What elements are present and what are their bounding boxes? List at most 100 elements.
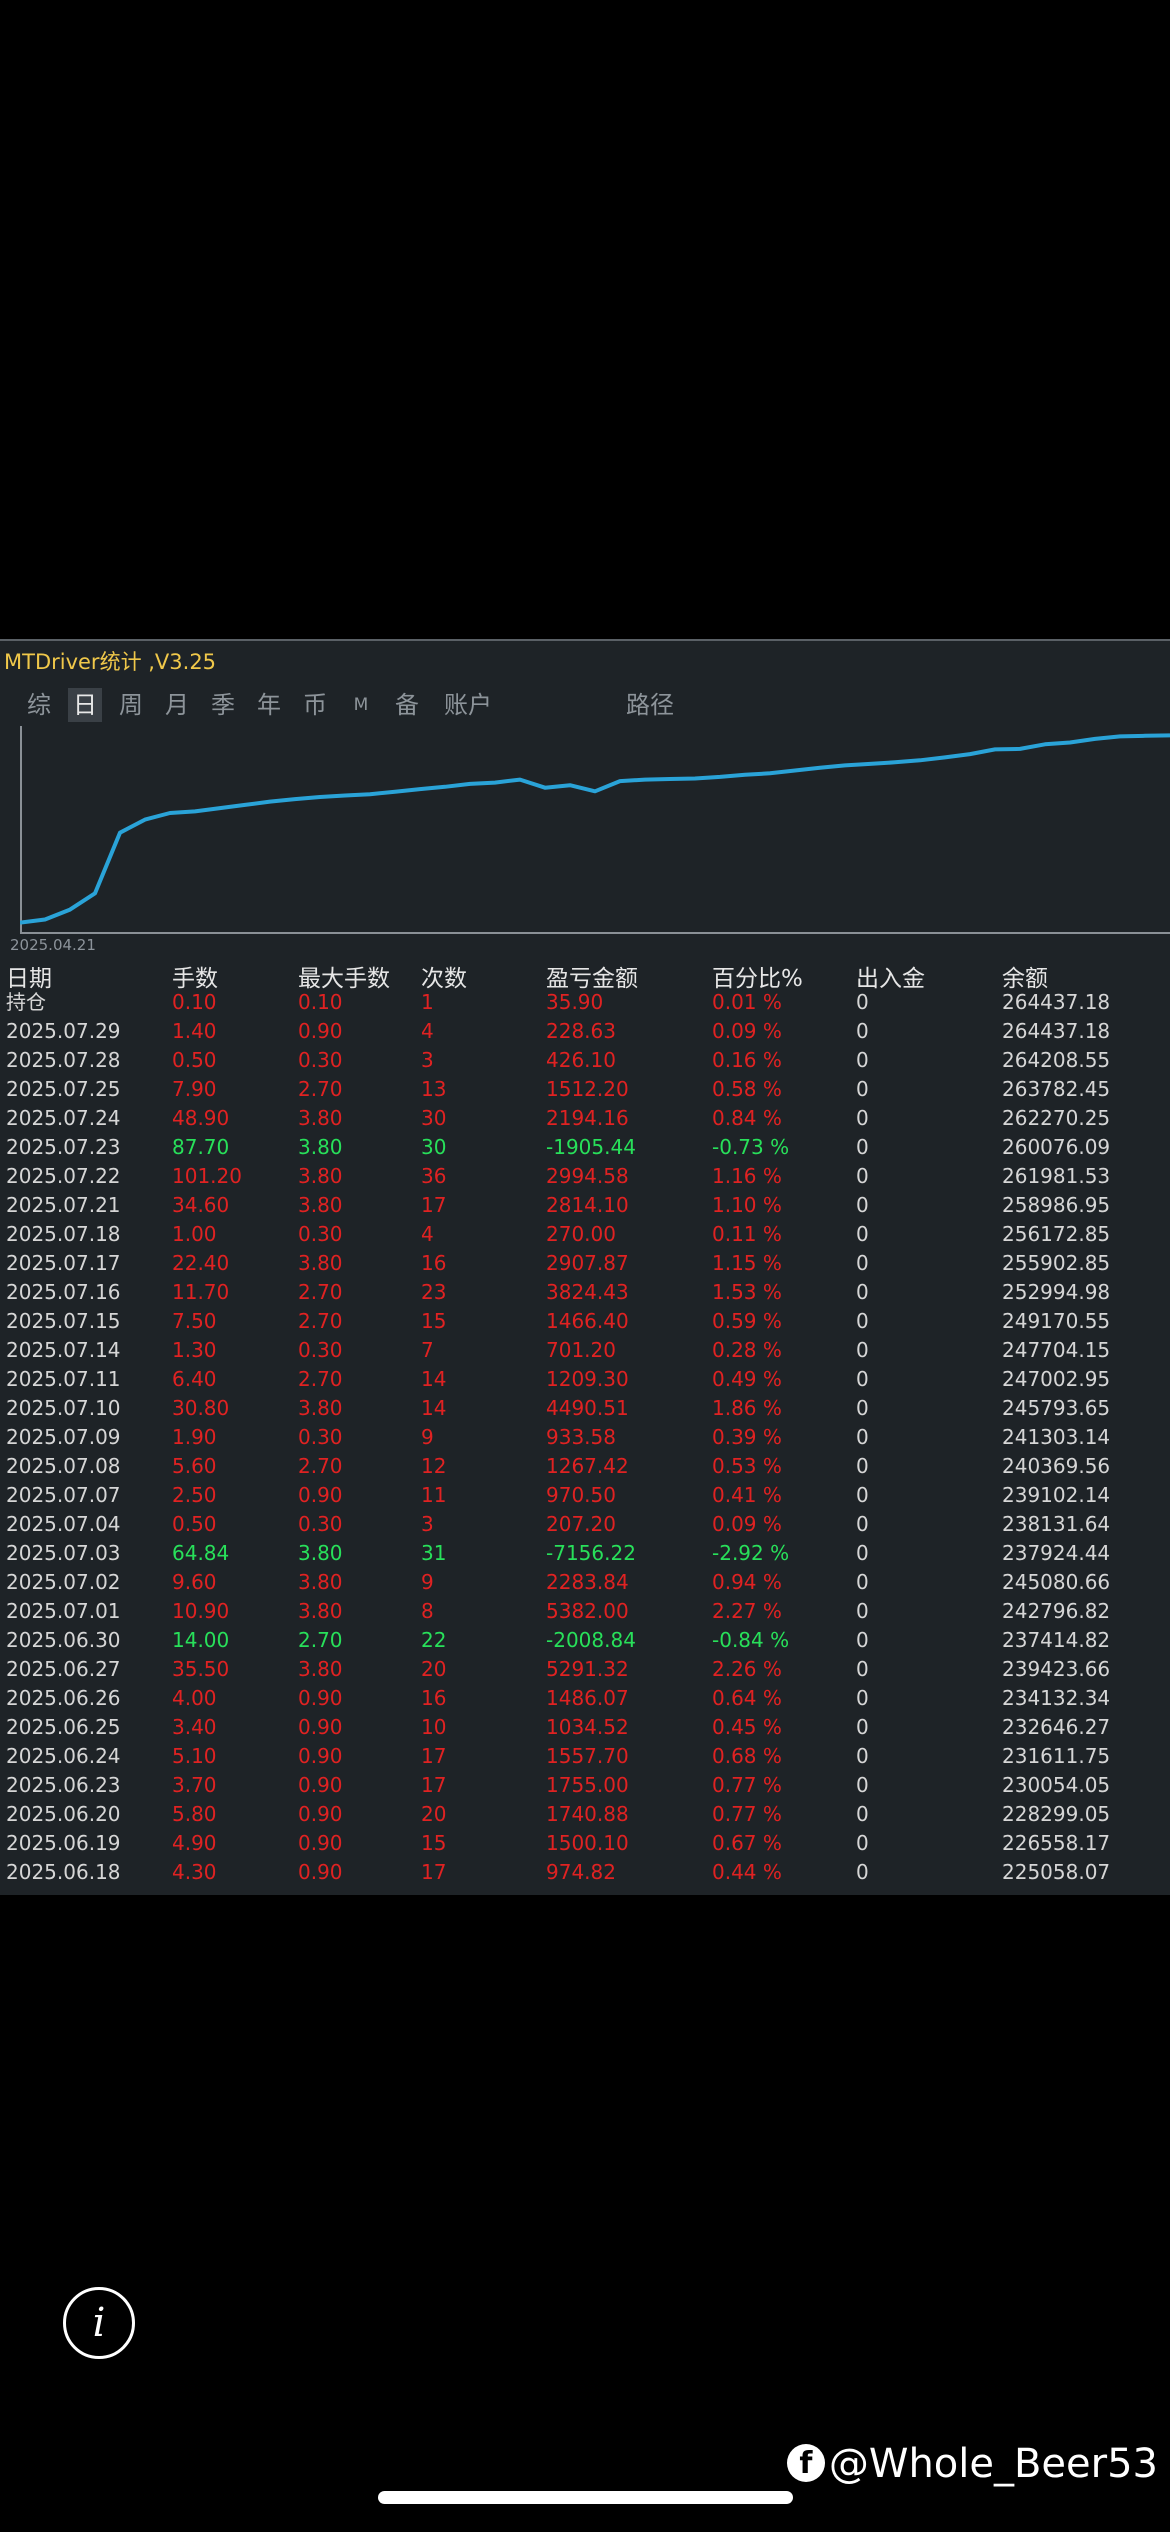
cell-date: 2025.07.24	[6, 1106, 121, 1130]
table-row[interactable]: 2025.07.14 1.30 0.30 7 701.20 0.28 % 0 247704.1…	[0, 1336, 1170, 1365]
cell-pnl: 1034.52	[546, 1715, 629, 1739]
table-row[interactable]: 2025.07.17 22.40 3.80 16 2907.87 1.15 % 0 25590…	[0, 1249, 1170, 1278]
cell-pnl: 3824.43	[546, 1280, 629, 1304]
table-row[interactable]: 2025.07.08 5.60 2.70 12 1267.42 0.53 % 0 240369…	[0, 1452, 1170, 1481]
cell-pnl: -1905.44	[546, 1135, 636, 1159]
table-row[interactable]: 2025.07.09 1.90 0.30 9 933.58 0.39 % 0 241303.1…	[0, 1423, 1170, 1452]
tab-backup[interactable]: 备	[390, 688, 424, 722]
tab-year[interactable]: 年	[252, 688, 286, 722]
chart-start-date: 2025.04.21	[10, 936, 96, 954]
table-row[interactable]: 2025.07.23 87.70 3.80 30 -1905.44 -0.73 % 0 260…	[0, 1133, 1170, 1162]
cell-count: 7	[421, 1338, 434, 1362]
cell-lots: 6.40	[172, 1367, 217, 1391]
cell-deposit-withdraw: 0	[856, 990, 869, 1014]
table-row[interactable]: 2025.06.30 14.00 2.70 22 -2008.84 -0.84 % 0 237…	[0, 1626, 1170, 1655]
open-positions-row[interactable]: 持仓 0.10 0.10 1 35.90 0.01 % 0 264437.18	[0, 988, 1170, 1017]
table-row[interactable]: 2025.06.20 5.80 0.90 20 1740.88 0.77 % 0 228299…	[0, 1800, 1170, 1829]
cell-pnl: 2907.87	[546, 1251, 629, 1275]
cell-percent: 0.77 %	[712, 1773, 782, 1797]
cell-max-lots: 3.80	[298, 1164, 343, 1188]
cell-deposit-withdraw: 0	[856, 1657, 869, 1681]
cell-balance: 264437.18	[1002, 990, 1111, 1014]
table-row[interactable]: 2025.07.15 7.50 2.70 15 1466.40 0.59 % 0 249170…	[0, 1307, 1170, 1336]
info-icon[interactable]: i	[63, 2287, 135, 2359]
cell-deposit-withdraw: 0	[856, 1715, 869, 1739]
table-row[interactable]: 2025.07.24 48.90 3.80 30 2194.16 0.84 % 0 26227…	[0, 1104, 1170, 1133]
cell-pnl: 1466.40	[546, 1309, 629, 1333]
cell-lots: 7.50	[172, 1309, 217, 1333]
cell-date: 2025.06.30	[6, 1628, 121, 1652]
cell-date: 持仓	[6, 990, 46, 1014]
cell-pnl: 974.82	[546, 1860, 616, 1884]
cell-max-lots: 3.80	[298, 1106, 343, 1130]
tab-quarter[interactable]: 季	[206, 688, 240, 722]
cell-balance: 240369.56	[1002, 1454, 1111, 1478]
tab-summary[interactable]: 综	[22, 688, 56, 722]
cell-max-lots: 0.30	[298, 1222, 343, 1246]
cell-deposit-withdraw: 0	[856, 1019, 869, 1043]
table-row[interactable]: 2025.07.21 34.60 3.80 17 2814.10 1.10 % 0 25898…	[0, 1191, 1170, 1220]
cell-percent: 2.26 %	[712, 1657, 782, 1681]
cell-count: 23	[421, 1280, 447, 1304]
cell-deposit-withdraw: 0	[856, 1425, 869, 1449]
tab-account[interactable]: 账户	[440, 688, 496, 722]
cell-max-lots: 0.90	[298, 1715, 343, 1739]
tab-month[interactable]: 月	[160, 688, 194, 722]
table-row[interactable]: 2025.06.18 4.30 0.90 17 974.82 0.44 % 0 225058.…	[0, 1858, 1170, 1887]
cell-count: 9	[421, 1425, 434, 1449]
cell-max-lots: 0.30	[298, 1512, 343, 1536]
cell-percent: 0.16 %	[712, 1048, 782, 1072]
cell-percent: 0.94 %	[712, 1570, 782, 1594]
cell-count: 8	[421, 1599, 434, 1623]
cell-date: 2025.06.27	[6, 1657, 121, 1681]
table-row[interactable]: 2025.07.11 6.40 2.70 14 1209.30 0.49 % 0 247002…	[0, 1365, 1170, 1394]
table-row[interactable]: 2025.06.25 3.40 0.90 10 1034.52 0.45 % 0 232646…	[0, 1713, 1170, 1742]
tab-m[interactable]: M	[344, 688, 378, 722]
table-row[interactable]: 2025.07.04 0.50 0.30 3 207.20 0.09 % 0 238131.6…	[0, 1510, 1170, 1539]
cell-deposit-withdraw: 0	[856, 1831, 869, 1855]
cell-max-lots: 3.80	[298, 1193, 343, 1217]
cell-max-lots: 0.90	[298, 1744, 343, 1768]
cell-deposit-withdraw: 0	[856, 1135, 869, 1159]
cell-deposit-withdraw: 0	[856, 1773, 869, 1797]
tab-path[interactable]: 路径	[622, 688, 678, 722]
cell-percent: -2.92 %	[712, 1541, 790, 1565]
table-row[interactable]: 2025.07.03 64.84 3.80 31 -7156.22 -2.92 % 0 237…	[0, 1539, 1170, 1568]
cell-lots: 30.80	[172, 1396, 230, 1420]
cell-lots: 1.30	[172, 1338, 217, 1362]
tab-week[interactable]: 周	[114, 688, 148, 722]
tab-currency[interactable]: 币	[298, 688, 332, 722]
table-row[interactable]: 2025.07.10 30.80 3.80 14 4490.51 1.86 % 0 24579…	[0, 1394, 1170, 1423]
cell-percent: -0.84 %	[712, 1628, 790, 1652]
table-row[interactable]: 2025.06.19 4.90 0.90 15 1500.10 0.67 % 0 226558…	[0, 1829, 1170, 1858]
cell-pnl: 2994.58	[546, 1164, 629, 1188]
cell-deposit-withdraw: 0	[856, 1164, 869, 1188]
tab-day[interactable]: 日	[68, 688, 102, 722]
cell-pnl: 2814.10	[546, 1193, 629, 1217]
table-row[interactable]: 2025.06.24 5.10 0.90 17 1557.70 0.68 % 0 231611…	[0, 1742, 1170, 1771]
cell-max-lots: 2.70	[298, 1454, 343, 1478]
table-row[interactable]: 2025.06.26 4.00 0.90 16 1486.07 0.64 % 0 234132…	[0, 1684, 1170, 1713]
table-row[interactable]: 2025.07.25 7.90 2.70 13 1512.20 0.58 % 0 263782…	[0, 1075, 1170, 1104]
table-row[interactable]: 2025.07.02 9.60 3.80 9 2283.84 0.94 % 0 245080.…	[0, 1568, 1170, 1597]
table-row[interactable]: 2025.06.23 3.70 0.90 17 1755.00 0.77 % 0 230054…	[0, 1771, 1170, 1800]
cell-deposit-withdraw: 0	[856, 1367, 869, 1391]
cell-percent: 1.86 %	[712, 1396, 782, 1420]
cell-max-lots: 2.70	[298, 1628, 343, 1652]
table-row[interactable]: 2025.07.29 1.40 0.90 4 228.63 0.09 % 0 264437.1…	[0, 1017, 1170, 1046]
cell-pnl: 1209.30	[546, 1367, 629, 1391]
cell-date: 2025.07.23	[6, 1135, 121, 1159]
table-row[interactable]: 2025.07.22 101.20 3.80 36 2994.58 1.16 % 0 2619…	[0, 1162, 1170, 1191]
cell-lots: 5.80	[172, 1802, 217, 1826]
table-row[interactable]: 2025.07.01 10.90 3.80 8 5382.00 2.27 % 0 242796…	[0, 1597, 1170, 1626]
table-row[interactable]: 2025.07.28 0.50 0.30 3 426.10 0.16 % 0 264208.5…	[0, 1046, 1170, 1075]
table-row[interactable]: 2025.06.27 35.50 3.80 20 5291.32 2.26 % 0 23942…	[0, 1655, 1170, 1684]
table-row[interactable]: 2025.07.07 2.50 0.90 11 970.50 0.41 % 0 239102.…	[0, 1481, 1170, 1510]
cell-balance: 256172.85	[1002, 1222, 1111, 1246]
table-row[interactable]: 2025.07.18 1.00 0.30 4 270.00 0.11 % 0 256172.8…	[0, 1220, 1170, 1249]
cell-date: 2025.07.04	[6, 1512, 121, 1536]
table-row[interactable]: 2025.07.16 11.70 2.70 23 3824.43 1.53 % 0 25299…	[0, 1278, 1170, 1307]
equity-curve-line	[20, 733, 1170, 925]
home-indicator[interactable]	[378, 2491, 793, 2504]
cell-balance: 237924.44	[1002, 1541, 1111, 1565]
